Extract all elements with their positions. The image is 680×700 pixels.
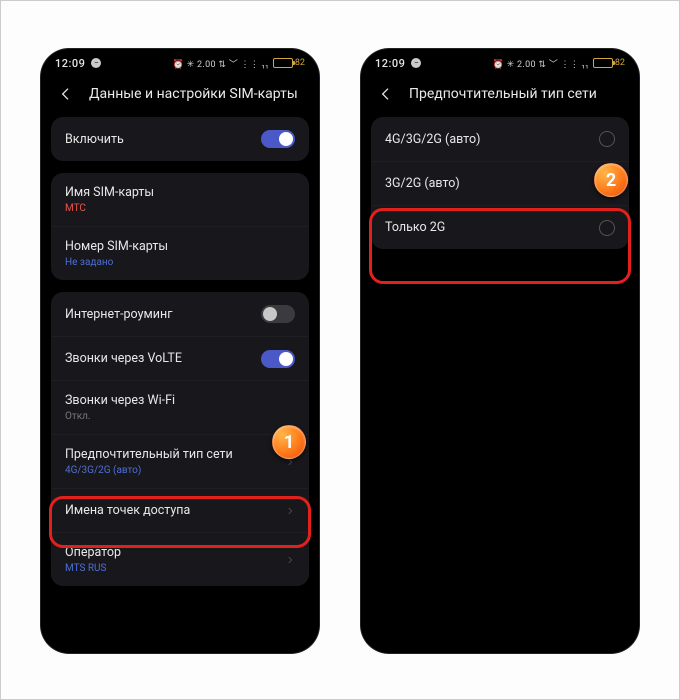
row-enable[interactable]: Включить [51,117,309,161]
row-roaming[interactable]: Интернет-роуминг [51,292,309,336]
chevron-right-icon [285,550,295,569]
net-type-label: Предпочтительный тип сети [65,447,285,462]
opt-2g-label: Только 2G [385,220,599,235]
group-network: Интернет-роуминг Звонки через VoLTE Звон… [51,292,309,586]
status-indicators: ⏰ ✳ 2.00 ⇅ ﹀ ⋮⋮ ₁₁ [493,57,589,70]
sim-number-label: Номер SIM-карты [65,239,295,254]
operator-label: Оператор [65,545,285,560]
row-opt-3g[interactable]: 3G/2G (авто) [371,161,629,205]
dnd-icon: – [411,58,421,68]
roaming-label: Интернет-роуминг [65,307,261,322]
page-title: Предпочтительный тип сети [409,86,597,102]
page-header: Данные и настройки SIM-карты [41,77,319,117]
group-net-options: 4G/3G/2G (авто) 3G/2G (авто) Только 2G [371,117,629,249]
status-bar: 12:09 – ⏰ ✳ 2.00 ⇅ ﹀ ⋮⋮ ₁₁ 82 [361,49,639,77]
row-sim-name[interactable]: Имя SIM-карты МТС [51,173,309,226]
sim-number-value: Не задано [65,257,295,268]
opt-3g-label: 3G/2G (авто) [385,176,599,191]
wifi-calls-label: Звонки через Wi-Fi [65,393,295,408]
radio-4g[interactable] [599,131,615,147]
toggle-volte[interactable] [261,350,295,368]
sim-name-label: Имя SIM-карты [65,185,295,200]
callout-badge-1: 1 [272,425,306,459]
row-wifi-calls[interactable]: Звонки через Wi-Fi Откл. [51,380,309,434]
sim-name-value: МТС [65,203,295,214]
toggle-enable[interactable] [261,130,295,148]
group-enable: Включить [51,117,309,161]
phone-sim-settings: 12:09 – ⏰ ✳ 2.00 ⇅ ﹀ ⋮⋮ ₁₁ 82 Данные и н… [41,49,319,653]
phone-net-type: 12:09 – ⏰ ✳ 2.00 ⇅ ﹀ ⋮⋮ ₁₁ 82 Предпочтит… [361,49,639,653]
net-type-value: 4G/3G/2G (авто) [65,465,285,476]
status-indicators: ⏰ ✳ 2.00 ⇅ ﹀ ⋮⋮ ₁₁ [173,57,269,70]
operator-value: MTS RUS [65,563,285,574]
back-arrow-icon[interactable] [57,85,75,103]
status-bar: 12:09 – ⏰ ✳ 2.00 ⇅ ﹀ ⋮⋮ ₁₁ 82 [41,49,319,77]
enable-label: Включить [65,132,261,147]
battery-indicator: 82 [593,58,625,68]
status-time: 12:09 [375,57,405,70]
row-apn[interactable]: Имена точек доступа [51,488,309,532]
wifi-calls-value: Откл. [65,411,295,422]
group-sim-info: Имя SIM-карты МТС Номер SIM-карты Не зад… [51,173,309,280]
callout-badge-2: 2 [594,163,628,197]
radio-2g[interactable] [599,220,615,236]
row-volte[interactable]: Звонки через VoLTE [51,336,309,380]
battery-indicator: 82 [273,58,305,68]
back-arrow-icon[interactable] [377,85,395,103]
status-time: 12:09 [55,57,85,70]
opt-4g-label: 4G/3G/2G (авто) [385,132,599,147]
row-opt-4g[interactable]: 4G/3G/2G (авто) [371,117,629,161]
toggle-roaming[interactable] [261,305,295,323]
row-sim-number[interactable]: Номер SIM-карты Не задано [51,226,309,280]
dnd-icon: – [91,58,101,68]
page-title: Данные и настройки SIM-карты [89,86,298,102]
row-net-type[interactable]: Предпочтительный тип сети 4G/3G/2G (авто… [51,434,309,488]
row-operator[interactable]: Оператор MTS RUS [51,532,309,586]
apn-label: Имена точек доступа [65,503,285,518]
chevron-right-icon [285,501,295,520]
volte-label: Звонки через VoLTE [65,351,261,366]
page-header: Предпочтительный тип сети [361,77,639,117]
row-opt-2g[interactable]: Только 2G [371,205,629,249]
